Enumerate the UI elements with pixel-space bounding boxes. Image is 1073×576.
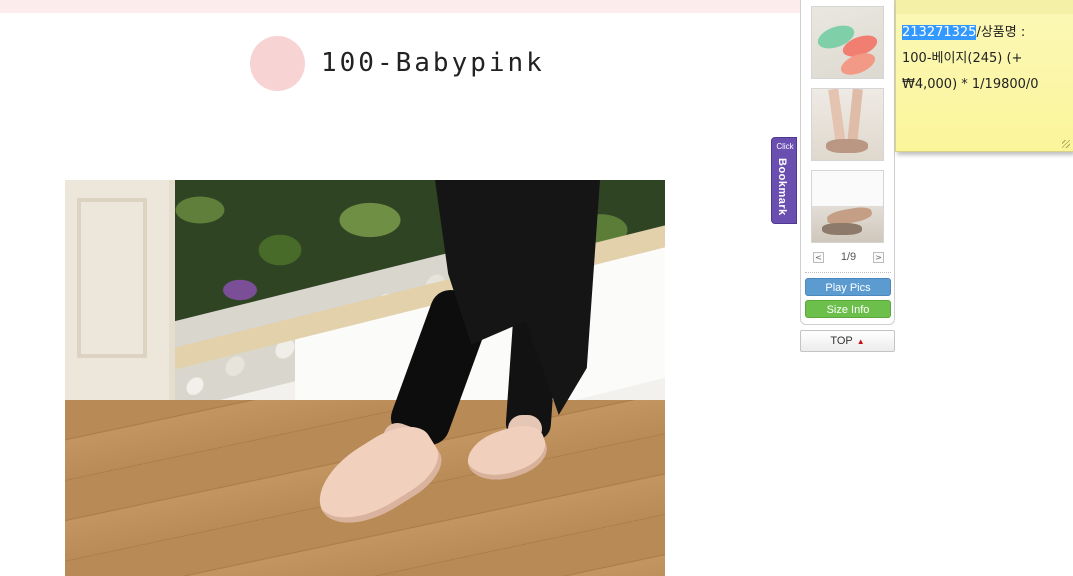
thumbnail-seated-sandals[interactable] [811,170,884,243]
play-pics-button[interactable]: Play Pics [805,278,891,296]
sticky-note[interactable]: 213271325/상품명 : 100-베이지(245) (+ ₩4,000) … [895,0,1073,152]
resize-grip-icon[interactable] [1062,140,1070,148]
product-photo [65,180,665,576]
scroll-top-button[interactable]: TOP ▲ [800,330,895,352]
sticky-note-line3: ₩4,000) * 1/19800/0 [902,77,1039,92]
sticky-note-text[interactable]: 213271325/상품명 : 100-베이지(245) (+ ₩4,000) … [902,20,1070,98]
color-heading: 100-Babypink [250,35,545,91]
leg-shape [828,89,846,145]
bookmark-label: Bookmark [776,158,788,216]
color-name-label: 100-Babypink [321,48,545,78]
panel-divider [805,272,891,273]
thumbnail-green-coral-flats[interactable] [811,6,884,79]
bookmark-click-label: Click [776,142,794,151]
leg-shape [847,89,863,145]
pager-next-button[interactable]: > [873,252,884,263]
door-panel [77,198,147,358]
sandal-shape [822,223,862,235]
sticky-note-header[interactable] [896,0,1073,14]
door-frame [65,180,175,430]
color-swatch-dot [250,35,305,91]
size-info-button[interactable]: Size Info [805,300,891,318]
thumbnail-pager: 1/9 < > [811,251,886,265]
quick-view-panel: 1/9 < > Play Pics Size Info [800,0,895,325]
bookmark-tab[interactable]: Click Bookmark [771,137,797,224]
top-button-label: TOP [830,335,853,347]
product-detail-page: 100-Babypink Click Bookmark 1/9 < > Play… [0,0,1073,576]
white-skirt-shape [812,171,883,206]
thumbnail-strappy-sandals[interactable] [811,88,884,161]
pager-prev-button[interactable]: < [813,252,824,263]
sandal-shape [826,139,868,153]
sticky-note-line2: 100-베이지(245) (+ [902,51,1023,66]
up-arrow-icon: ▲ [856,337,865,346]
sticky-note-order-code: 213271325 [902,25,977,40]
sticky-note-line1: /상품명 : [976,25,1026,40]
